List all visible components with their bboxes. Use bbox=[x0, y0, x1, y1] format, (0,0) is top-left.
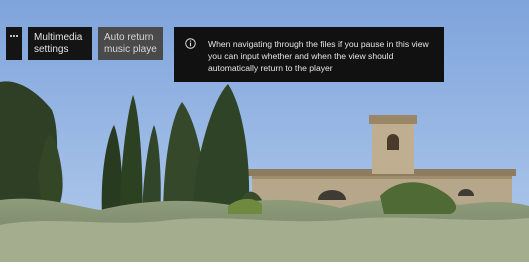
overlay-menu: Multimedia settings Auto return music pl… bbox=[0, 0, 529, 266]
menu-item-label: Multimedia settings bbox=[34, 32, 83, 55]
info-panel: When navigating through the files if you… bbox=[174, 27, 444, 82]
menu-item-multimedia-settings[interactable]: Multimedia settings bbox=[28, 27, 92, 60]
info-icon bbox=[185, 38, 196, 49]
info-text: When navigating through the files if you… bbox=[208, 39, 429, 73]
more-indicator-icon bbox=[10, 35, 18, 39]
menu-item-label: Auto return music playe bbox=[104, 32, 157, 55]
menu-item-previous[interactable] bbox=[6, 27, 22, 60]
menu-item-auto-return-music-player[interactable]: Auto return music playe bbox=[98, 27, 163, 60]
bottom-border bbox=[0, 262, 529, 266]
screen: Multimedia settings Auto return music pl… bbox=[0, 0, 529, 266]
